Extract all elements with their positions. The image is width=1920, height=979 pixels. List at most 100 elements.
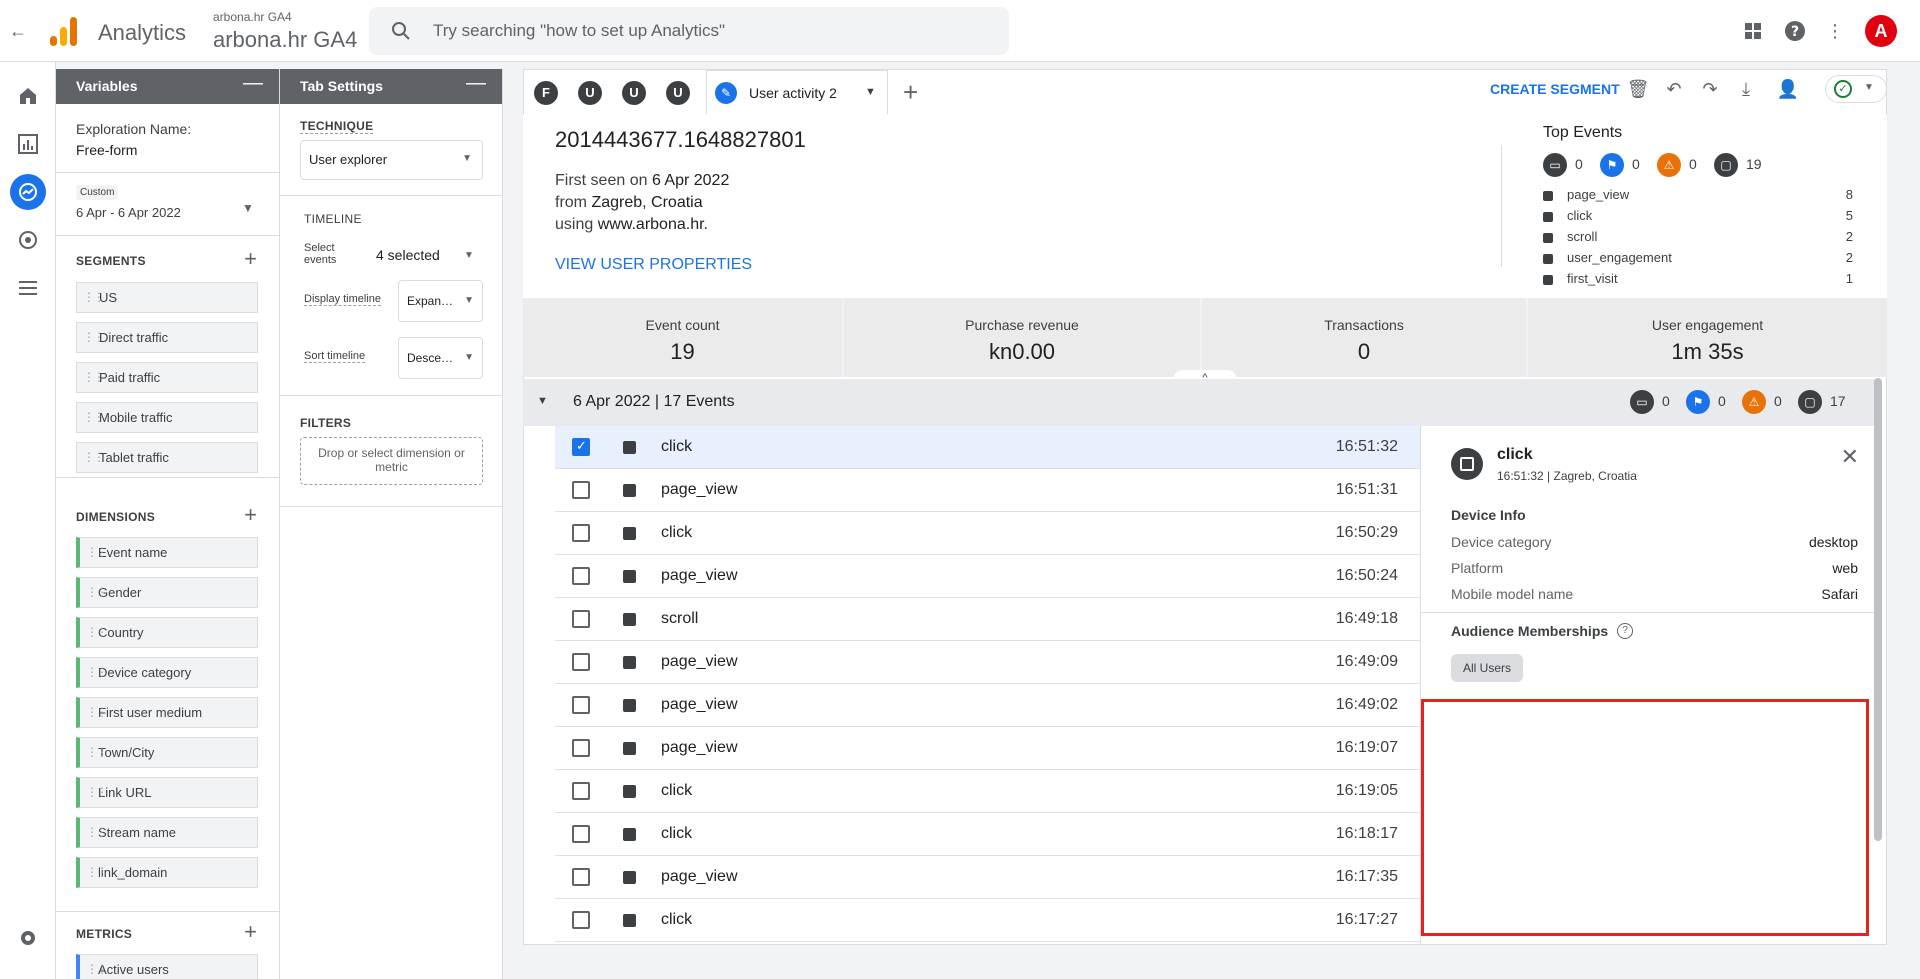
drag-handle-icon[interactable]: ⋮⋮ (86, 585, 108, 599)
drag-handle-icon[interactable]: ⋮⋮ (86, 745, 108, 759)
event-row[interactable]: page_view 16:49:09 (555, 641, 1420, 684)
event-checkbox[interactable] (572, 911, 590, 929)
minimize-icon[interactable]: — (466, 72, 486, 95)
advertising-icon[interactable] (16, 228, 40, 252)
drag-handle-icon[interactable]: ⋮⋮ (86, 705, 108, 719)
expand-caret-icon[interactable]: ▼ (537, 395, 548, 407)
drag-handle-icon[interactable]: ⋮⋮ (86, 825, 108, 839)
help-icon[interactable]: ? (1617, 623, 1633, 639)
date-range-value[interactable]: 6 Apr - 6 Apr 2022 (76, 205, 181, 220)
more-vert-icon[interactable]: ⋮ (1823, 19, 1847, 43)
event-checkbox[interactable] (572, 739, 590, 757)
help-icon[interactable]: ? (1783, 19, 1807, 43)
account-name[interactable]: arbona.hr GA4 (213, 10, 292, 24)
create-segment-button[interactable]: CREATE SEGMENT (1490, 81, 1620, 97)
event-row[interactable]: click 16:18:17 (555, 813, 1420, 856)
display-timeline-select[interactable]: Expan… ▼ (398, 280, 483, 322)
admin-gear-icon[interactable] (16, 926, 40, 950)
home-icon[interactable] (16, 84, 40, 108)
event-checkbox[interactable] (572, 696, 590, 714)
back-arrow-icon[interactable]: ← (6, 19, 30, 43)
save-status-button[interactable]: ✓ ▼ (1825, 75, 1887, 103)
select-events-value[interactable]: 4 selected (376, 247, 440, 263)
variable-chip[interactable]: ⋮⋮ Active users (76, 954, 258, 979)
scrollbar[interactable] (1874, 378, 1882, 841)
add-metric-icon[interactable]: + (244, 919, 257, 945)
event-row[interactable]: page_view 16:50:24 (555, 555, 1420, 598)
close-icon[interactable]: ✕ (1841, 444, 1859, 470)
event-row[interactable]: click 16:19:05 (555, 770, 1420, 813)
drag-handle-icon[interactable]: ⋮⋮ (83, 290, 105, 304)
tab-circle[interactable]: F (534, 81, 558, 105)
variable-chip[interactable]: ⋮⋮ Town/City (76, 737, 258, 768)
variable-chip[interactable]: ⋮⋮ US (76, 282, 258, 313)
drag-handle-icon[interactable]: ⋮⋮ (83, 370, 105, 384)
event-checkbox[interactable] (572, 868, 590, 886)
filters-drop-zone[interactable]: Drop or select dimension or metric (300, 437, 483, 485)
event-row[interactable]: page_view 16:17:35 (555, 856, 1420, 899)
share-icon[interactable]: 👤 (1776, 77, 1800, 101)
event-row[interactable]: page_view 16:51:31 (555, 469, 1420, 512)
event-checkbox[interactable] (572, 524, 590, 542)
tab-dropdown-icon[interactable]: ▼ (865, 86, 876, 98)
view-user-properties-link[interactable]: VIEW USER PROPERTIES (555, 256, 752, 274)
drag-handle-icon[interactable]: ⋮⋮ (83, 450, 105, 464)
variable-chip[interactable]: ⋮⋮ Stream name (76, 817, 258, 848)
variable-chip[interactable]: ⋮⋮ Tablet traffic (76, 442, 258, 473)
reports-icon[interactable] (16, 132, 40, 156)
event-checkbox[interactable] (572, 610, 590, 628)
add-dimension-icon[interactable]: + (244, 502, 257, 528)
search-bar[interactable]: Try searching "how to set up Analytics" (369, 7, 1009, 55)
event-row[interactable]: page_view 16:49:02 (555, 684, 1420, 727)
variable-chip[interactable]: ⋮⋮ link_domain (76, 857, 258, 888)
tab-circle[interactable]: U (622, 81, 646, 105)
explore-nav-active[interactable] (10, 174, 46, 210)
download-icon[interactable]: ⤓ (1734, 77, 1758, 101)
event-row[interactable]: ✓ click 16:51:32 (555, 426, 1420, 469)
event-row[interactable]: page_view 16:19:07 (555, 727, 1420, 770)
event-checkbox[interactable] (572, 567, 590, 585)
event-checkbox[interactable]: ✓ (572, 438, 590, 456)
variable-chip[interactable]: ⋮⋮ Event name (76, 537, 258, 568)
variable-chip[interactable]: ⋮⋮ Country (76, 617, 258, 648)
event-checkbox[interactable] (572, 782, 590, 800)
variable-chip[interactable]: ⋮⋮ First user medium (76, 697, 258, 728)
minimize-icon[interactable]: — (243, 72, 263, 95)
tab-circle[interactable]: U (666, 81, 690, 105)
event-checkbox[interactable] (572, 481, 590, 499)
drag-handle-icon[interactable]: ⋮⋮ (86, 962, 108, 976)
tab-user-activity-2[interactable]: ✎ User activity 2 ▼ (706, 70, 888, 114)
drag-handle-icon[interactable]: ⋮⋮ (86, 625, 108, 639)
drag-handle-icon[interactable]: ⋮⋮ (83, 410, 105, 424)
add-tab-icon[interactable]: + (903, 77, 918, 107)
event-checkbox[interactable] (572, 653, 590, 671)
property-selector[interactable]: arbona.hr GA4 (213, 27, 357, 53)
undo-icon[interactable]: ↶ (1662, 77, 1686, 101)
variable-chip[interactable]: ⋮⋮ Direct traffic (76, 322, 258, 353)
drag-handle-icon[interactable]: ⋮⋮ (83, 330, 105, 344)
configure-icon[interactable] (16, 276, 40, 300)
account-avatar[interactable]: A (1865, 15, 1897, 47)
variable-chip[interactable]: ⋮⋮ Mobile traffic (76, 402, 258, 433)
add-segment-icon[interactable]: + (244, 246, 257, 272)
exploration-name-value[interactable]: Free-form (76, 142, 137, 158)
drag-handle-icon[interactable]: ⋮⋮ (86, 785, 108, 799)
variable-chip[interactable]: ⋮⋮ Device category (76, 657, 258, 688)
variable-chip[interactable]: ⋮⋮ Paid traffic (76, 362, 258, 393)
analytics-logo[interactable] (50, 16, 78, 46)
drag-handle-icon[interactable]: ⋮⋮ (86, 545, 108, 559)
variable-chip[interactable]: ⋮⋮ Link URL (76, 777, 258, 808)
delete-icon[interactable]: 🗑 (1626, 77, 1650, 101)
event-row[interactable]: click 16:17:27 (555, 899, 1420, 942)
redo-icon[interactable]: ↷ (1698, 77, 1722, 101)
event-row[interactable]: scroll 16:49:18 (555, 598, 1420, 641)
select-events-dropdown-icon[interactable]: ▼ (464, 250, 474, 261)
date-dropdown-icon[interactable]: ▼ (242, 201, 254, 215)
tab-circle[interactable]: U (578, 81, 602, 105)
technique-select[interactable]: User explorer ▼ (300, 140, 483, 180)
audience-chip[interactable]: All Users (1451, 654, 1524, 682)
drag-handle-icon[interactable]: ⋮⋮ (86, 865, 108, 879)
variable-chip[interactable]: ⋮⋮ Gender (76, 577, 258, 608)
drag-handle-icon[interactable]: ⋮⋮ (86, 665, 108, 679)
apps-grid-icon[interactable] (1741, 19, 1765, 43)
